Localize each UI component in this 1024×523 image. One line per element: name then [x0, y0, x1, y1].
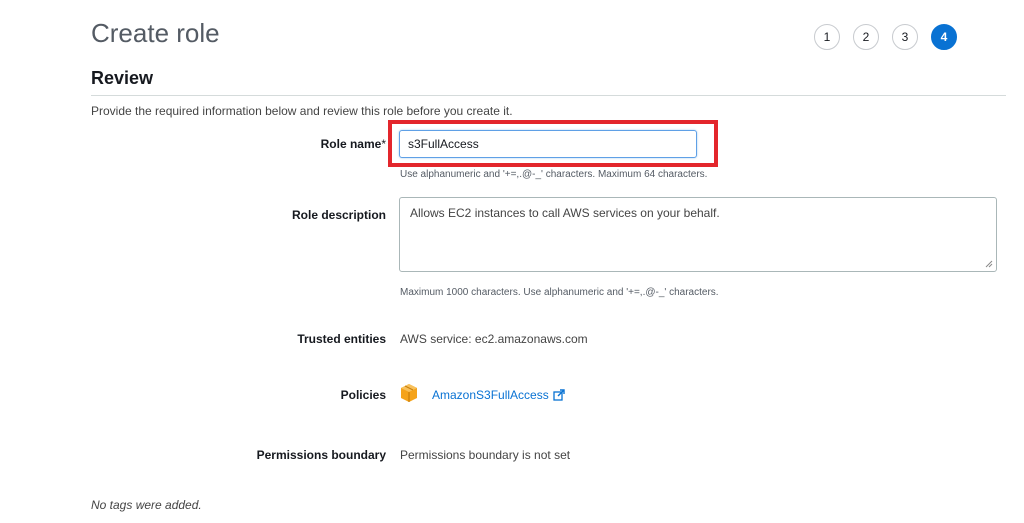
permissions-boundary-label: Permissions boundary	[256, 448, 386, 462]
trusted-entities-label: Trusted entities	[297, 332, 386, 346]
resize-grip-icon[interactable]	[985, 260, 993, 268]
role-description-label: Role description	[291, 208, 386, 222]
external-link-icon	[553, 389, 565, 401]
role-description-hint: Maximum 1000 characters. Use alphanumeri…	[400, 287, 719, 298]
step-2[interactable]: 2	[853, 24, 879, 50]
policy-link-amazons3fullaccess[interactable]: AmazonS3FullAccess	[432, 388, 565, 402]
policy-package-icon	[401, 384, 417, 402]
wizard-steps: 1 2 3 4	[814, 24, 957, 50]
intro-text: Provide the required information below a…	[91, 104, 513, 118]
policies-label: Policies	[340, 388, 386, 402]
step-1[interactable]: 1	[814, 24, 840, 50]
role-description-textarea[interactable]: Allows EC2 instances to call AWS service…	[399, 197, 997, 272]
section-divider	[91, 95, 1006, 96]
page-title: Create role	[91, 18, 220, 48]
permissions-boundary-value: Permissions boundary is not set	[400, 448, 571, 462]
create-role-page: Create role 1 2 3 4 Review Provide the r…	[0, 0, 1024, 523]
role-description-text: Allows EC2 instances to call AWS service…	[410, 206, 720, 220]
role-name-hint: Use alphanumeric and '+=,.@-_' character…	[400, 169, 708, 180]
required-mark: *	[381, 137, 386, 151]
step-4-active[interactable]: 4	[931, 24, 957, 50]
section-title: Review	[91, 68, 154, 88]
role-name-label-text: Role name	[320, 137, 382, 151]
role-name-label: Role name*	[321, 137, 386, 151]
trusted-entities-value: AWS service: ec2.amazonaws.com	[400, 332, 588, 346]
tags-note: No tags were added.	[91, 498, 202, 512]
highlight-annotation-box	[388, 120, 718, 167]
policy-link-text: AmazonS3FullAccess	[432, 388, 549, 402]
step-3[interactable]: 3	[892, 24, 918, 50]
